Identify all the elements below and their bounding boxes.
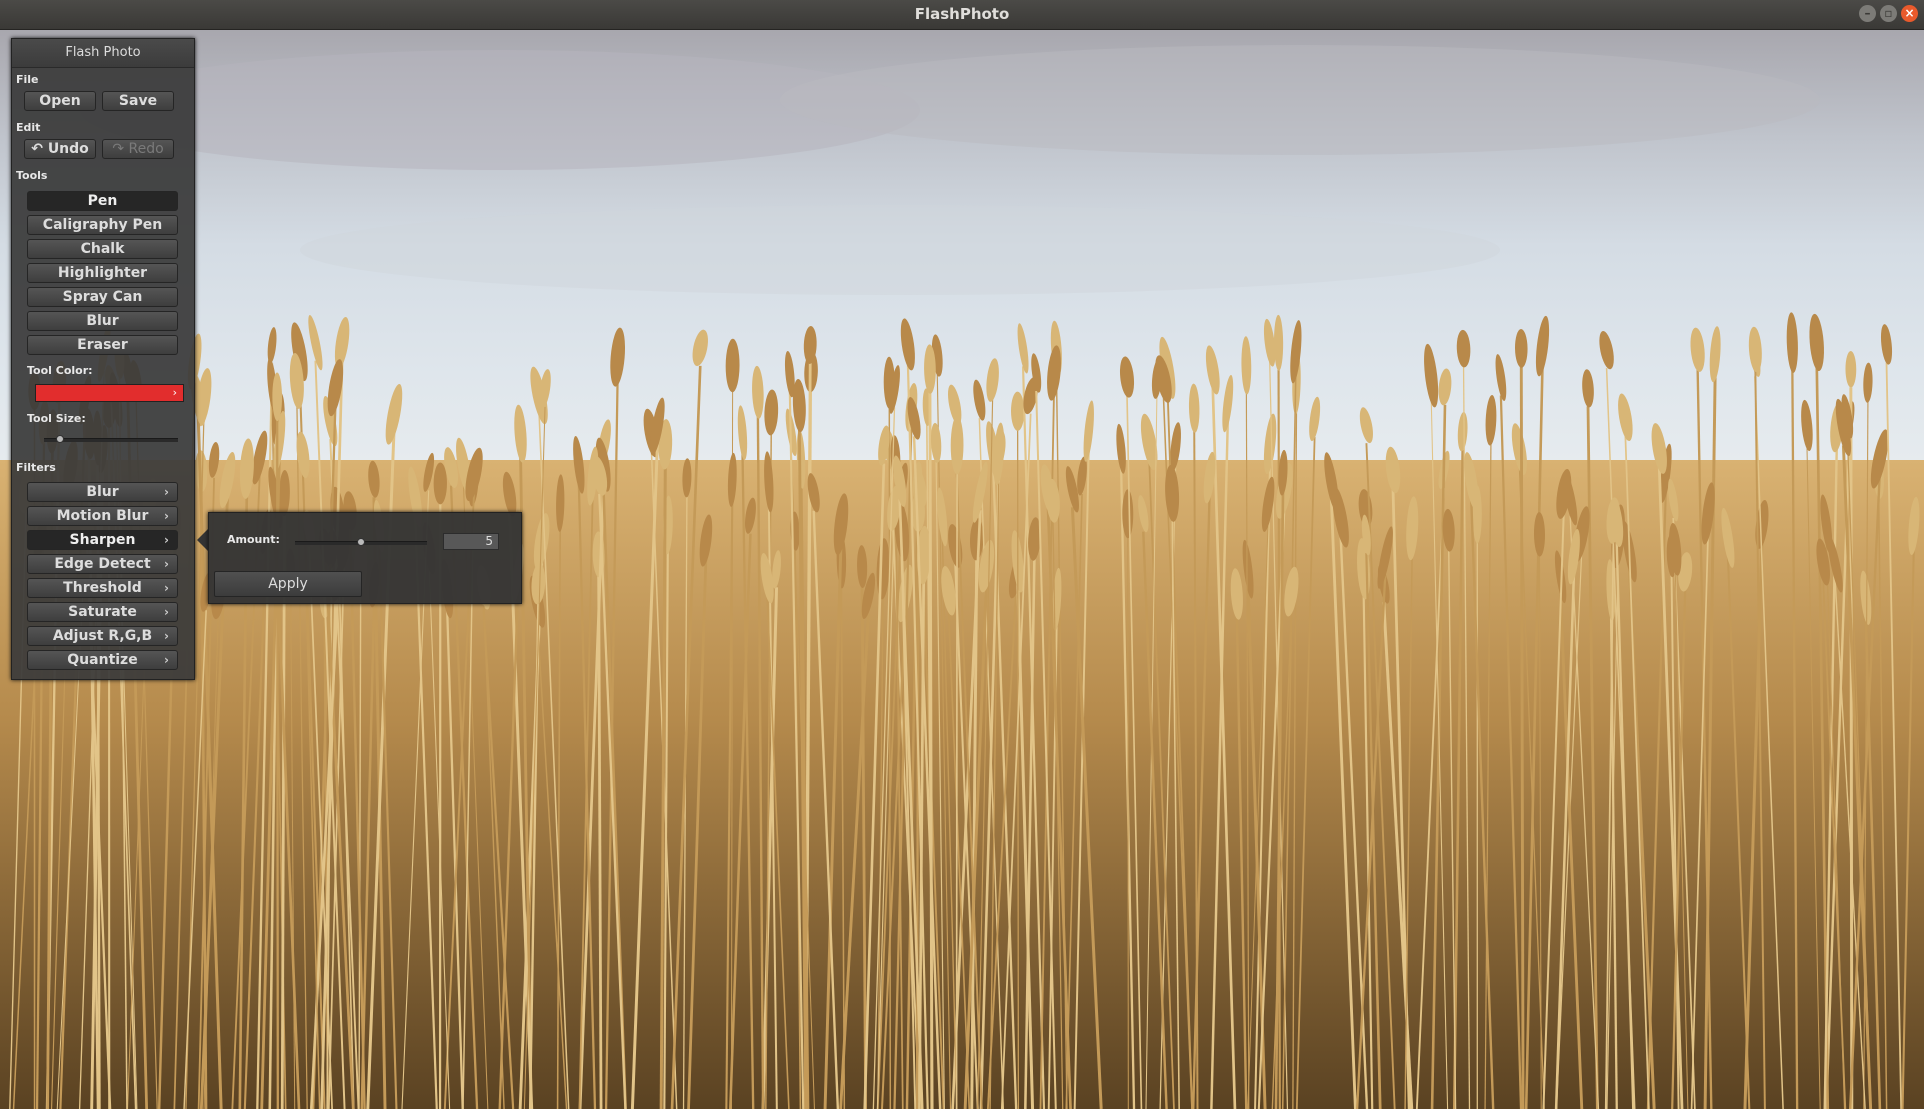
filters-section-label: Filters: [16, 461, 56, 474]
filter-saturate-button[interactable]: Saturate ›: [27, 602, 178, 622]
tools-section-label: Tools: [16, 169, 48, 182]
title-bar: FlashPhoto – ▫ ×: [0, 0, 1924, 30]
panel-title: Flash Photo: [12, 39, 194, 68]
filter-adjust-rgb-button[interactable]: Adjust R,G,B ›: [27, 626, 178, 646]
filter-motion-blur-button[interactable]: Motion Blur ›: [27, 506, 178, 526]
redo-button[interactable]: ↷ Redo: [102, 139, 174, 159]
undo-icon: ↶: [31, 141, 43, 157]
filter-adjust-rgb-label: Adjust R,G,B: [52, 628, 153, 644]
filter-edge-detect-button[interactable]: Edge Detect ›: [27, 554, 178, 574]
chevron-right-icon: ›: [164, 533, 169, 547]
close-button[interactable]: ×: [1901, 5, 1918, 22]
popup-pointer: [197, 529, 208, 551]
undo-label: Undo: [47, 141, 89, 157]
tool-size-slider[interactable]: [44, 438, 178, 442]
redo-icon: ↷: [112, 141, 125, 157]
tool-color-label: Tool Color:: [27, 364, 93, 377]
filter-edge-detect-label: Edge Detect: [54, 556, 151, 572]
chevron-right-icon: ›: [164, 485, 169, 499]
chevron-right-icon: ›: [164, 557, 169, 571]
tool-caligraphy-pen-button[interactable]: Caligraphy Pen: [27, 215, 178, 235]
tool-spray-can-button[interactable]: Spray Can: [27, 287, 178, 307]
tool-panel: Flash Photo File Open Save Edit ↶ Undo ↷…: [11, 38, 195, 680]
open-button[interactable]: Open: [24, 91, 96, 111]
filter-sharpen-button[interactable]: Sharpen ›: [27, 530, 178, 550]
tool-eraser-button[interactable]: Eraser: [27, 335, 178, 355]
tool-highlighter-button[interactable]: Highlighter: [27, 263, 178, 283]
filter-sharpen-label: Sharpen: [69, 532, 136, 548]
filter-threshold-label: Threshold: [63, 580, 142, 596]
filter-quantize-button[interactable]: Quantize ›: [27, 650, 178, 670]
chevron-right-icon: ›: [164, 605, 169, 619]
tool-color-picker[interactable]: ›: [35, 384, 184, 402]
chevron-right-icon: ›: [164, 581, 169, 595]
filter-blur-label: Blur: [86, 484, 119, 500]
tool-chalk-button[interactable]: Chalk: [27, 239, 178, 259]
filter-motion-blur-label: Motion Blur: [56, 508, 149, 524]
chevron-right-icon: ›: [164, 653, 169, 667]
filter-threshold-button[interactable]: Threshold ›: [27, 578, 178, 598]
tool-size-label: Tool Size:: [27, 412, 86, 425]
sharpen-options-popup: Amount: 5 Apply: [208, 512, 522, 604]
edit-section-label: Edit: [16, 121, 41, 134]
filter-saturate-label: Saturate: [68, 604, 137, 620]
redo-label: Redo: [128, 141, 164, 157]
file-section-label: File: [16, 73, 39, 86]
apply-button[interactable]: Apply: [214, 571, 362, 597]
amount-label: Amount:: [227, 533, 280, 546]
amount-slider-knob[interactable]: [357, 538, 365, 546]
window-title: FlashPhoto: [914, 5, 1010, 23]
chevron-right-icon: ›: [164, 509, 169, 523]
window-controls: – ▫ ×: [1859, 5, 1918, 22]
filter-quantize-label: Quantize: [67, 652, 138, 668]
chevron-right-icon: ›: [164, 629, 169, 643]
chevron-right-icon: ›: [172, 386, 177, 399]
undo-button[interactable]: ↶ Undo: [24, 139, 96, 159]
tool-blur-button[interactable]: Blur: [27, 311, 178, 331]
save-button[interactable]: Save: [102, 91, 174, 111]
tool-pen-button[interactable]: Pen: [27, 191, 178, 211]
amount-input[interactable]: 5: [443, 533, 499, 550]
maximize-button[interactable]: ▫: [1880, 5, 1897, 22]
minimize-button[interactable]: –: [1859, 5, 1876, 22]
filter-blur-button[interactable]: Blur ›: [27, 482, 178, 502]
